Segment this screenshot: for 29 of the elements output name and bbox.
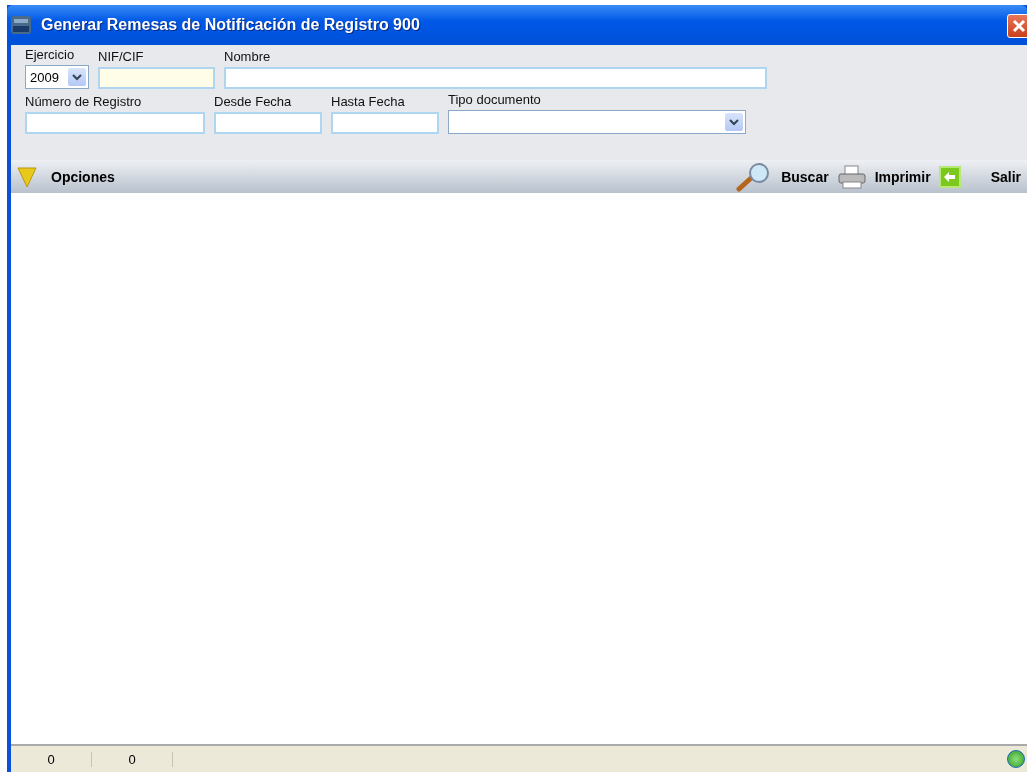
chevron-down-icon (72, 73, 82, 81)
field-label: Hasta Fecha (331, 94, 406, 109)
status-indicator-icon (1007, 750, 1025, 768)
toolbar-button[interactable]: Salir (938, 165, 1021, 188)
printer-icon (836, 163, 867, 190)
dropdown[interactable] (448, 110, 746, 134)
toolbar-button[interactable]: Imprimir (836, 163, 931, 190)
options-menu[interactable]: Opciones (17, 165, 115, 188)
app-icon (11, 16, 31, 34)
field-label: NIF/CIF (98, 49, 145, 64)
field-label: Nombre (224, 49, 272, 64)
chevron-down-icon (729, 118, 739, 126)
input-field[interactable] (331, 112, 439, 134)
status-count: 0 (92, 751, 173, 767)
input-field[interactable] (224, 67, 767, 89)
status-count: 0 (11, 751, 92, 767)
field-label: Desde Fecha (214, 94, 293, 109)
window-title: Generar Remesas de Notificación de Registro 900 (41, 16, 420, 34)
input-field[interactable] (98, 67, 215, 89)
close-button[interactable] (1007, 14, 1027, 38)
toolbar-button[interactable]: Buscar (735, 161, 829, 192)
field-label: Ejercicio (25, 47, 76, 62)
field-label: Número de Registro (25, 94, 143, 109)
close-icon (1012, 19, 1026, 33)
funnel-icon (17, 165, 37, 188)
dropdown[interactable]: 2009 (25, 65, 89, 89)
field-label: Tipo documento (448, 92, 542, 107)
input-field[interactable] (214, 112, 322, 134)
input-field[interactable] (25, 112, 205, 134)
